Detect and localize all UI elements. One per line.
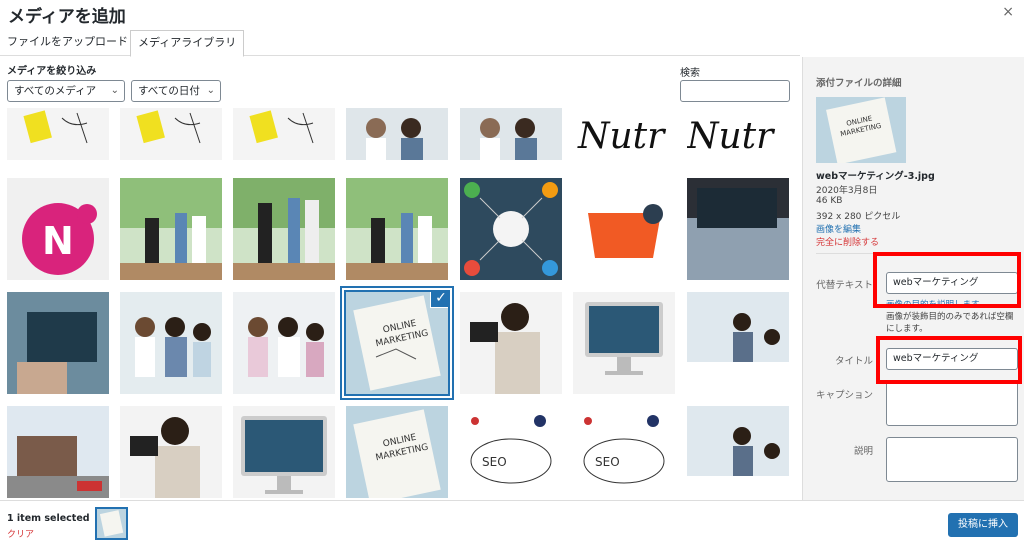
tab-upload[interactable]: ファイルをアップロード <box>0 30 135 56</box>
selection-count: 1 item selected <box>7 513 90 524</box>
media-tile[interactable] <box>233 292 335 394</box>
modal-title: メディアを追加 <box>8 7 126 27</box>
svg-text:SEO: SEO <box>482 455 507 469</box>
attachment-size: 46 KB <box>816 196 843 206</box>
media-tile[interactable] <box>346 178 448 280</box>
date-value: すべての日付 <box>138 85 200 97</box>
title-label: タイトル <box>834 356 873 367</box>
title-input[interactable]: webマーケティング <box>886 348 1018 370</box>
media-tile[interactable] <box>233 406 335 498</box>
tab-media-library[interactable]: メディアライブラリ <box>130 30 245 57</box>
media-tile[interactable] <box>7 406 109 498</box>
checkmark-icon[interactable]: ✓ <box>430 292 448 308</box>
caption-label: キャプション <box>815 390 873 401</box>
attachment-date: 2020年3月8日 <box>816 186 878 196</box>
media-tile[interactable] <box>233 178 335 280</box>
media-grid: Nutr Nutr N ONLINE MARKETING ✓ ONLINE MA… <box>0 108 800 498</box>
svg-text:SEO: SEO <box>595 455 620 469</box>
alt-text-hint-link[interactable]: 画像の目的を説明します。 <box>886 298 987 310</box>
media-tile[interactable] <box>687 292 789 394</box>
filter-heading: メディアを絞り込み <box>7 66 97 77</box>
date-select[interactable]: すべての日付 ⌄ <box>131 80 221 102</box>
media-tile[interactable]: Nutr <box>687 108 789 160</box>
media-tile[interactable]: N <box>7 178 109 280</box>
alt-text-input[interactable]: webマーケティング <box>886 272 1018 294</box>
attachment-dimensions: 392 x 280 ピクセル <box>816 212 901 222</box>
media-tile-selected[interactable]: ONLINE MARKETING ✓ <box>344 290 450 396</box>
media-tile[interactable] <box>346 108 448 160</box>
chevron-down-icon: ⌄ <box>206 85 215 96</box>
media-tile[interactable] <box>120 406 222 498</box>
media-tile[interactable]: SEO <box>573 406 675 498</box>
svg-text:Nutr: Nutr <box>577 116 666 157</box>
media-tile[interactable]: Nutr <box>573 108 675 160</box>
clear-selection-link[interactable]: クリア <box>7 527 34 540</box>
media-tile[interactable] <box>233 108 335 160</box>
media-tile[interactable]: SEO <box>460 406 562 498</box>
delete-permanently-link[interactable]: 完全に削除する <box>816 235 879 248</box>
media-tile[interactable] <box>120 108 222 160</box>
alt-text-hint: 画像が装飾目的のみであれば空欄にします。 <box>886 312 1014 334</box>
attachment-filename: webマーケティング-3.jpg <box>816 171 935 182</box>
media-tile[interactable] <box>7 292 109 394</box>
media-tile[interactable] <box>460 108 562 160</box>
attachment-thumbnail: ONLINE MARKETING <box>816 97 906 163</box>
insert-into-post-button[interactable]: 投稿に挿入 <box>948 513 1018 537</box>
svg-text:N: N <box>42 219 74 263</box>
attachment-details-panel: 添付ファイルの詳細 ONLINE MARKETING webマーケティング-3.j… <box>802 57 1024 500</box>
tab-bar: ファイルをアップロード メディアライブラリ <box>0 30 800 57</box>
media-tile[interactable]: ONLINE MARKETING <box>346 406 448 498</box>
description-label: 説明 <box>853 446 873 457</box>
media-tile[interactable] <box>120 292 222 394</box>
media-tile[interactable] <box>573 292 675 394</box>
caption-textarea[interactable] <box>886 381 1018 426</box>
close-icon[interactable]: × <box>1002 4 1014 20</box>
selected-thumbnail[interactable] <box>95 507 128 540</box>
media-type-select[interactable]: すべてのメディア ⌄ <box>7 80 125 102</box>
description-textarea[interactable] <box>886 437 1018 482</box>
chevron-down-icon: ⌄ <box>110 85 119 96</box>
alt-text-label: 代替テキスト <box>816 280 873 291</box>
media-tile[interactable] <box>573 178 675 280</box>
media-tile[interactable] <box>687 406 789 498</box>
media-tile[interactable] <box>687 178 789 280</box>
modal-footer: 1 item selected クリア 投稿に挿入 <box>0 500 1024 545</box>
media-tile[interactable] <box>120 178 222 280</box>
attachment-details-heading: 添付ファイルの詳細 <box>816 78 902 89</box>
svg-text:Nutr: Nutr <box>687 116 775 157</box>
media-tile[interactable] <box>460 178 562 280</box>
media-tile[interactable] <box>460 292 562 394</box>
divider <box>816 253 1016 254</box>
search-label: 検索 <box>680 68 700 79</box>
media-type-value: すべてのメディア <box>14 85 97 97</box>
media-tile[interactable] <box>7 108 109 160</box>
search-input[interactable] <box>680 80 790 102</box>
edit-image-link[interactable]: 画像を編集 <box>816 222 861 235</box>
